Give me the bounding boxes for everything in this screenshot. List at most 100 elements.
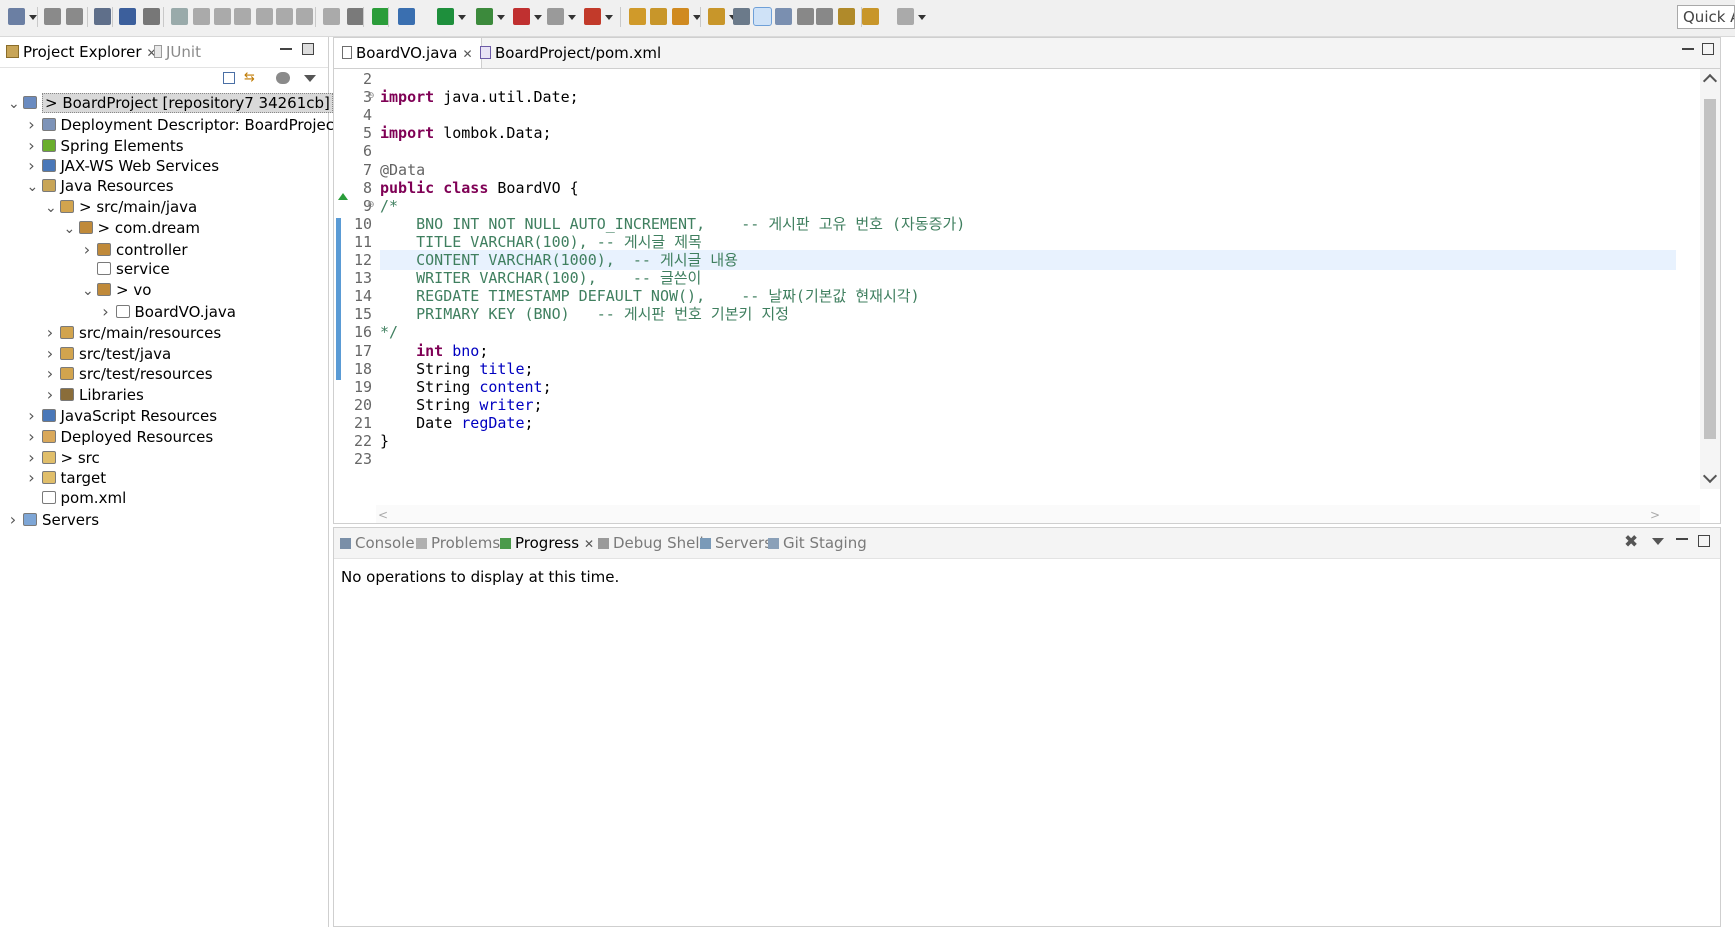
tree-item[interactable]: service xyxy=(82,258,170,281)
chevron-down-icon[interactable] xyxy=(458,15,466,20)
tree-item[interactable]: ⌄ > BoardProject [repository7 34261cb] xyxy=(8,92,333,115)
chevron-right-icon[interactable]: › xyxy=(45,383,55,406)
tree-item[interactable]: ⌄ > com.dream xyxy=(64,217,201,240)
binary-icon[interactable] xyxy=(94,8,111,25)
tab-console[interactable]: Console xyxy=(340,532,415,554)
chevron-right-icon[interactable]: › xyxy=(45,321,55,344)
tree-item[interactable]: › Libraries xyxy=(45,383,144,406)
scroll-left-icon[interactable]: < xyxy=(378,508,388,522)
maximize-icon[interactable] xyxy=(1698,535,1710,547)
link-with-editor-icon[interactable]: ⇆ xyxy=(244,71,259,85)
maximize-icon[interactable] xyxy=(1702,43,1714,55)
show-whitespace-icon[interactable] xyxy=(797,8,814,25)
tree-item[interactable]: ⌄ Java Resources xyxy=(27,175,174,198)
chevron-right-icon[interactable]: › xyxy=(82,238,92,261)
code-area[interactable]: import java.util.Date; import lombok.Data… xyxy=(380,69,1680,489)
view-menu-icon[interactable] xyxy=(1652,538,1664,545)
refresh-icon[interactable] xyxy=(372,8,389,25)
suspend-icon[interactable] xyxy=(193,8,210,25)
tree-item[interactable]: › BoardVO.java xyxy=(101,300,236,323)
tree-item[interactable]: › src/test/java xyxy=(45,342,171,365)
use-step-filters-icon[interactable] xyxy=(347,8,364,25)
step-return-icon[interactable] xyxy=(296,8,313,25)
chevron-right-icon[interactable]: › xyxy=(27,404,37,427)
toggle-highlight-icon[interactable] xyxy=(753,7,772,26)
minimize-icon[interactable] xyxy=(280,43,292,50)
quick-access-input[interactable]: Quick A xyxy=(1677,5,1735,29)
chevron-down-icon[interactable]: ⌄ xyxy=(27,176,39,199)
tree-item[interactable]: › target xyxy=(27,466,106,489)
minimize-icon[interactable] xyxy=(1682,43,1694,50)
tree-item[interactable]: › Servers xyxy=(8,508,99,531)
tree-item[interactable]: › Spring Elements xyxy=(27,134,183,157)
tree-item[interactable]: › src/test/resources xyxy=(45,362,213,385)
chevron-right-icon[interactable]: › xyxy=(8,508,18,531)
tab-git-staging[interactable]: Git Staging xyxy=(768,532,867,554)
external-tools-icon[interactable] xyxy=(513,8,530,25)
fold-toggle-icon[interactable]: ⊖ xyxy=(367,200,375,210)
coverage-icon[interactable] xyxy=(476,8,493,25)
chevron-down-icon[interactable]: ⌄ xyxy=(64,218,76,241)
forward-icon[interactable] xyxy=(897,8,914,25)
toggle-mark-occurrences-icon[interactable] xyxy=(733,8,750,25)
tree-item[interactable]: ⌄ > vo xyxy=(82,279,151,302)
disconnect-icon[interactable] xyxy=(234,8,251,25)
tab-servers[interactable]: Servers xyxy=(700,532,772,554)
run-icon[interactable] xyxy=(437,8,454,25)
collapse-all-icon[interactable] xyxy=(223,72,235,84)
tab-problems[interactable]: Problems xyxy=(416,532,500,554)
search-icon[interactable] xyxy=(672,8,689,25)
tree-item[interactable]: › JavaScript Resources xyxy=(27,404,217,427)
tree-item[interactable]: › src/main/resources xyxy=(45,321,221,344)
tree-item[interactable]: pom.xml xyxy=(27,487,126,510)
chevron-right-icon[interactable]: › xyxy=(27,446,37,469)
chevron-down-icon[interactable]: ⌄ xyxy=(8,93,20,116)
scrollbar-thumb[interactable] xyxy=(1704,99,1716,439)
scroll-up-icon[interactable] xyxy=(1702,73,1718,89)
last-edit-icon[interactable] xyxy=(838,8,855,25)
chevron-down-icon[interactable]: ⌄ xyxy=(45,197,57,220)
external-run-icon[interactable] xyxy=(584,8,601,25)
chevron-down-icon[interactable] xyxy=(534,15,542,20)
remove-all-finished-icon[interactable]: ✖ xyxy=(1624,532,1638,552)
debug-icon[interactable] xyxy=(398,8,415,25)
pin-icon[interactable] xyxy=(816,8,833,25)
minimize-icon[interactable] xyxy=(1676,533,1688,540)
save-icon[interactable] xyxy=(44,8,61,25)
toggle-block-selection-icon[interactable] xyxy=(775,8,792,25)
stop-icon[interactable] xyxy=(547,8,564,25)
scroll-down-icon[interactable] xyxy=(1702,468,1718,484)
fold-toggle-icon[interactable]: ⊖ xyxy=(367,91,375,101)
tree-item[interactable]: › JAX-WS Web Services xyxy=(27,154,219,177)
tab-boardvo-java[interactable]: BoardVO.java ✕ xyxy=(334,38,482,68)
chevron-down-icon[interactable] xyxy=(29,15,37,20)
save-all-icon[interactable] xyxy=(66,8,83,25)
tab-pom-xml[interactable]: BoardProject/pom.xml xyxy=(472,38,669,68)
tree-item[interactable]: › > src xyxy=(27,446,99,469)
tab-debug-shell[interactable]: Debug Shell xyxy=(598,532,704,554)
console-icon[interactable] xyxy=(119,8,136,25)
chevron-down-icon[interactable] xyxy=(568,15,576,20)
tree-item[interactable]: › controller xyxy=(82,238,188,261)
new-icon[interactable] xyxy=(8,8,25,25)
view-menu-icon[interactable] xyxy=(304,75,316,82)
tree-item[interactable]: › Deployed Resources xyxy=(27,425,213,448)
chevron-right-icon[interactable]: › xyxy=(101,300,111,323)
filters-icon[interactable] xyxy=(276,72,290,84)
maximize-icon[interactable] xyxy=(302,43,314,55)
horizontal-scrollbar[interactable]: < > xyxy=(376,505,1700,523)
chevron-right-icon[interactable]: › xyxy=(45,342,55,365)
open-folder-icon[interactable] xyxy=(708,8,725,25)
step-into-icon[interactable] xyxy=(256,8,273,25)
chevron-right-icon[interactable]: › xyxy=(27,425,37,448)
chevron-right-icon[interactable]: › xyxy=(27,134,37,157)
terminate-icon[interactable] xyxy=(214,8,231,25)
step-over-icon[interactable] xyxy=(276,8,293,25)
skip-breakpoints-icon[interactable] xyxy=(143,8,160,25)
close-icon[interactable]: ✕ xyxy=(584,537,594,551)
resume-icon[interactable] xyxy=(171,8,188,25)
chevron-right-icon[interactable]: › xyxy=(27,154,37,177)
open-type-icon[interactable] xyxy=(629,8,646,25)
chevron-right-icon[interactable]: › xyxy=(27,113,37,136)
chevron-down-icon[interactable]: ⌄ xyxy=(82,280,94,303)
